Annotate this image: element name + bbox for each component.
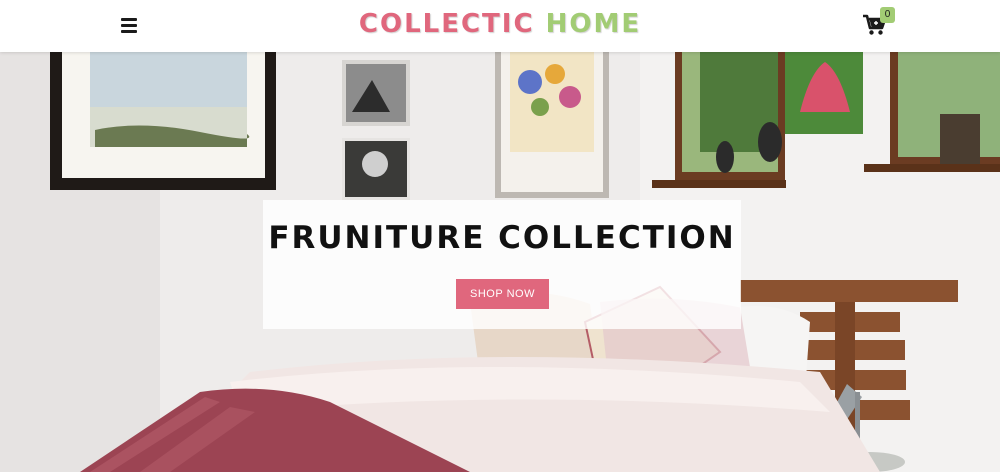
site-logo[interactable]: COLLECTIC HOME (0, 9, 1000, 39)
hero-caption-box: FRUNITURE COLLECTION SHOP NOW (263, 200, 741, 329)
hero-banner: FRUNITURE COLLECTION SHOP NOW (0, 52, 1000, 472)
logo-text-primary: COLLECTIC (358, 9, 535, 39)
hamburger-menu-icon[interactable] (120, 16, 140, 34)
cart-count-badge: 0 (880, 7, 895, 23)
site-header: COLLECTIC HOME 0 (0, 0, 1000, 52)
hero-title: FRUNITURE COLLECTION (268, 220, 736, 256)
shop-now-button[interactable]: SHOP NOW (456, 279, 549, 309)
logo-text-secondary: HOME (545, 9, 642, 39)
